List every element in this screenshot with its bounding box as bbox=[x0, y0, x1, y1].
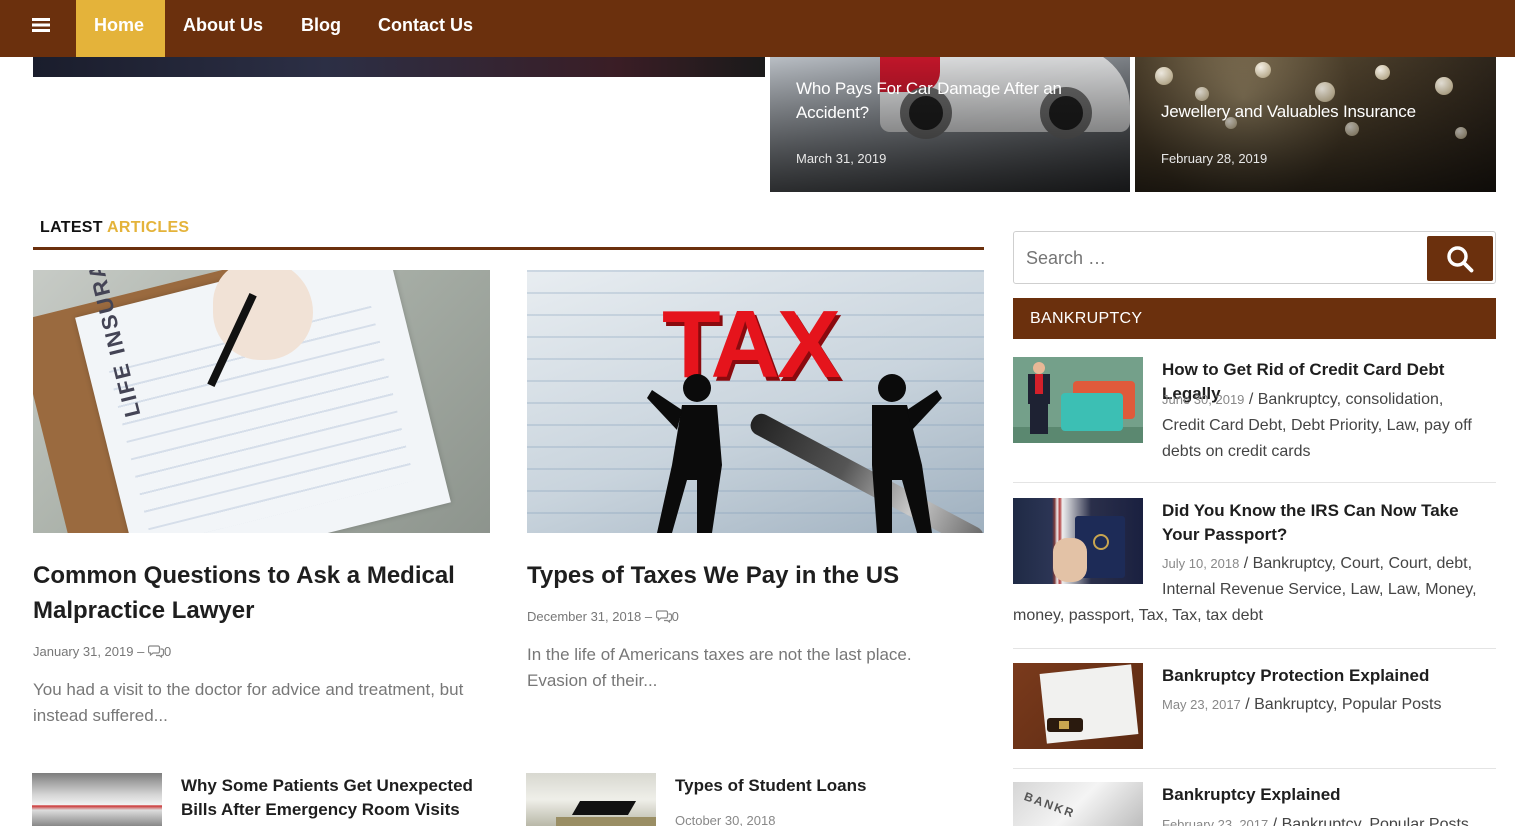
featured-title[interactable]: Who Pays For Car Damage After an Acciden… bbox=[796, 77, 1116, 125]
sidebar-post-tags[interactable]: / Bankruptcy, Court, Court, debt, bbox=[1239, 555, 1472, 572]
passport-seal-shape bbox=[1093, 534, 1109, 550]
article-title[interactable]: Common Questions to Ask a Medical Malpra… bbox=[33, 558, 490, 628]
article-meta: December 31, 2018 – 0 bbox=[527, 609, 679, 626]
article-title[interactable]: Types of Taxes We Pay in the US bbox=[527, 558, 984, 593]
top-nav-bar: Home About Us Blog Contact Us bbox=[0, 0, 1515, 57]
comment-count[interactable]: 0 bbox=[164, 644, 171, 659]
article-thumbnail-emergency[interactable] bbox=[32, 773, 162, 826]
sidebar-post-title[interactable]: Bankruptcy Protection Explained bbox=[1162, 664, 1496, 688]
sidebar-post-tags[interactable]: / Bankruptcy, consolidation, bbox=[1244, 391, 1443, 408]
silhouette-left bbox=[647, 374, 722, 533]
sidebar-thumbnail-bankruptcy-protection[interactable] bbox=[1013, 663, 1143, 749]
article-image-life-insurance[interactable]: LIFE INSURANCE bbox=[33, 270, 490, 533]
divider bbox=[1013, 768, 1496, 769]
bankruptcy-stamp-label: BANKR bbox=[1022, 789, 1078, 821]
search-form bbox=[1013, 231, 1496, 284]
sidebar-thumbnail-passport[interactable] bbox=[1013, 498, 1143, 584]
featured-post-jewellery[interactable]: Jewellery and Valuables Insurance Februa… bbox=[1135, 57, 1496, 192]
tie-shape bbox=[1035, 374, 1043, 394]
comment-icon[interactable] bbox=[147, 645, 165, 661]
divider bbox=[1013, 482, 1496, 483]
nav-item-contact-us[interactable]: Contact Us bbox=[360, 0, 491, 57]
latest-articles-heading: LATEST ARTICLES bbox=[33, 216, 984, 250]
sidebar-post-tags[interactable]: / Bankruptcy, Popular Posts bbox=[1268, 816, 1469, 826]
hand-image-shape bbox=[1053, 538, 1087, 582]
section-title-part1: LATEST bbox=[40, 219, 103, 236]
sidebar-post-meta: July 10, 2018 / Bankruptcy, Court, Court… bbox=[1162, 551, 1496, 577]
meta-separator: – bbox=[137, 644, 145, 659]
credit-card-icon bbox=[1061, 393, 1123, 431]
sidebar-post-date: May 23, 2017 bbox=[1162, 697, 1241, 712]
sidebar-post-meta: February 23, 2017 / Bankruptcy, Popular … bbox=[1162, 812, 1496, 826]
sidebar-thumbnail-bankruptcy-explained[interactable]: BANKR bbox=[1013, 782, 1143, 826]
divider bbox=[1013, 648, 1496, 649]
sidebar-thumbnail-credit-card[interactable] bbox=[1013, 357, 1143, 443]
section-title: LATEST ARTICLES bbox=[40, 219, 189, 237]
featured-post-car-damage[interactable]: Who Pays For Car Damage After an Acciden… bbox=[770, 57, 1130, 192]
featured-title[interactable]: Jewellery and Valuables Insurance bbox=[1161, 100, 1481, 124]
sidebar-post-date: July 10, 2018 bbox=[1162, 556, 1240, 571]
article-thumbnail-student-loans[interactable] bbox=[526, 773, 656, 826]
hamburger-icon[interactable] bbox=[30, 15, 52, 37]
nav-item-blog[interactable]: Blog bbox=[283, 0, 359, 57]
image-overlay bbox=[1135, 57, 1496, 192]
sidebar-post-tags[interactable]: Internal Revenue Service, Law, Law, Mone… bbox=[1162, 577, 1496, 603]
silhouette-right bbox=[872, 374, 942, 533]
sidebar-post-date: June 30, 2019 bbox=[1162, 392, 1245, 407]
article-date: October 30, 2018 bbox=[675, 813, 776, 826]
comment-icon[interactable] bbox=[655, 610, 672, 626]
person-legs-shape bbox=[1030, 404, 1048, 434]
search-input[interactable] bbox=[1026, 244, 1416, 272]
section-title-part2: ARTICLES bbox=[107, 219, 190, 236]
article-date: January 31, 2019 bbox=[33, 644, 134, 659]
article-image-tax[interactable]: TAX bbox=[527, 270, 984, 533]
sidebar-post-title[interactable]: Did You Know the IRS Can Now Take Your P… bbox=[1162, 499, 1496, 547]
sidebar-post-tags[interactable]: Credit Card Debt, Debt Priority, Law, pa… bbox=[1162, 413, 1496, 439]
person-head-shape bbox=[1033, 362, 1045, 374]
gavel-band-shape bbox=[1059, 721, 1069, 729]
sidebar-post-tags[interactable]: money, passport, Tax, Tax, tax debt bbox=[1013, 603, 1496, 629]
article-excerpt: In the life of Americans taxes are not t… bbox=[527, 645, 912, 690]
money-image-shape bbox=[556, 817, 656, 826]
category-heading-bankruptcy: BANKRUPTCY bbox=[1013, 298, 1496, 339]
nav-item-about-us[interactable]: About Us bbox=[165, 0, 281, 57]
meta-separator: – bbox=[644, 609, 653, 624]
graduation-cap-icon bbox=[571, 801, 637, 815]
article-title[interactable]: Why Some Patients Get Unexpected Bills A… bbox=[181, 774, 491, 822]
featured-date: March 31, 2019 bbox=[796, 151, 887, 166]
article-meta: January 31, 2019 – 0 bbox=[33, 644, 171, 661]
article-excerpt: You had a visit to the doctor for advice… bbox=[33, 680, 464, 725]
article-title[interactable]: Types of Student Loans bbox=[675, 774, 985, 798]
hero-image-bottom[interactable] bbox=[33, 57, 765, 77]
sidebar-post-date: February 23, 2017 bbox=[1162, 817, 1269, 826]
search-button[interactable] bbox=[1427, 236, 1493, 281]
sidebar-post-title[interactable]: Bankruptcy Explained bbox=[1162, 783, 1496, 807]
search-icon bbox=[1447, 246, 1474, 273]
sidebar-post-meta: May 23, 2017 / Bankruptcy, Popular Posts bbox=[1162, 692, 1496, 718]
nav-item-home[interactable]: Home bbox=[76, 0, 165, 57]
sidebar-post-tags[interactable]: / Bankruptcy, Popular Posts bbox=[1241, 696, 1441, 713]
comment-count[interactable]: 0 bbox=[672, 609, 679, 624]
featured-date: February 28, 2019 bbox=[1161, 151, 1268, 166]
sidebar-post-tags[interactable]: debts on credit cards bbox=[1162, 439, 1496, 465]
sidebar-post-meta: June 30, 2019 / Bankruptcy, consolidatio… bbox=[1162, 387, 1496, 413]
article-date: December 31, 2018 bbox=[527, 609, 642, 624]
